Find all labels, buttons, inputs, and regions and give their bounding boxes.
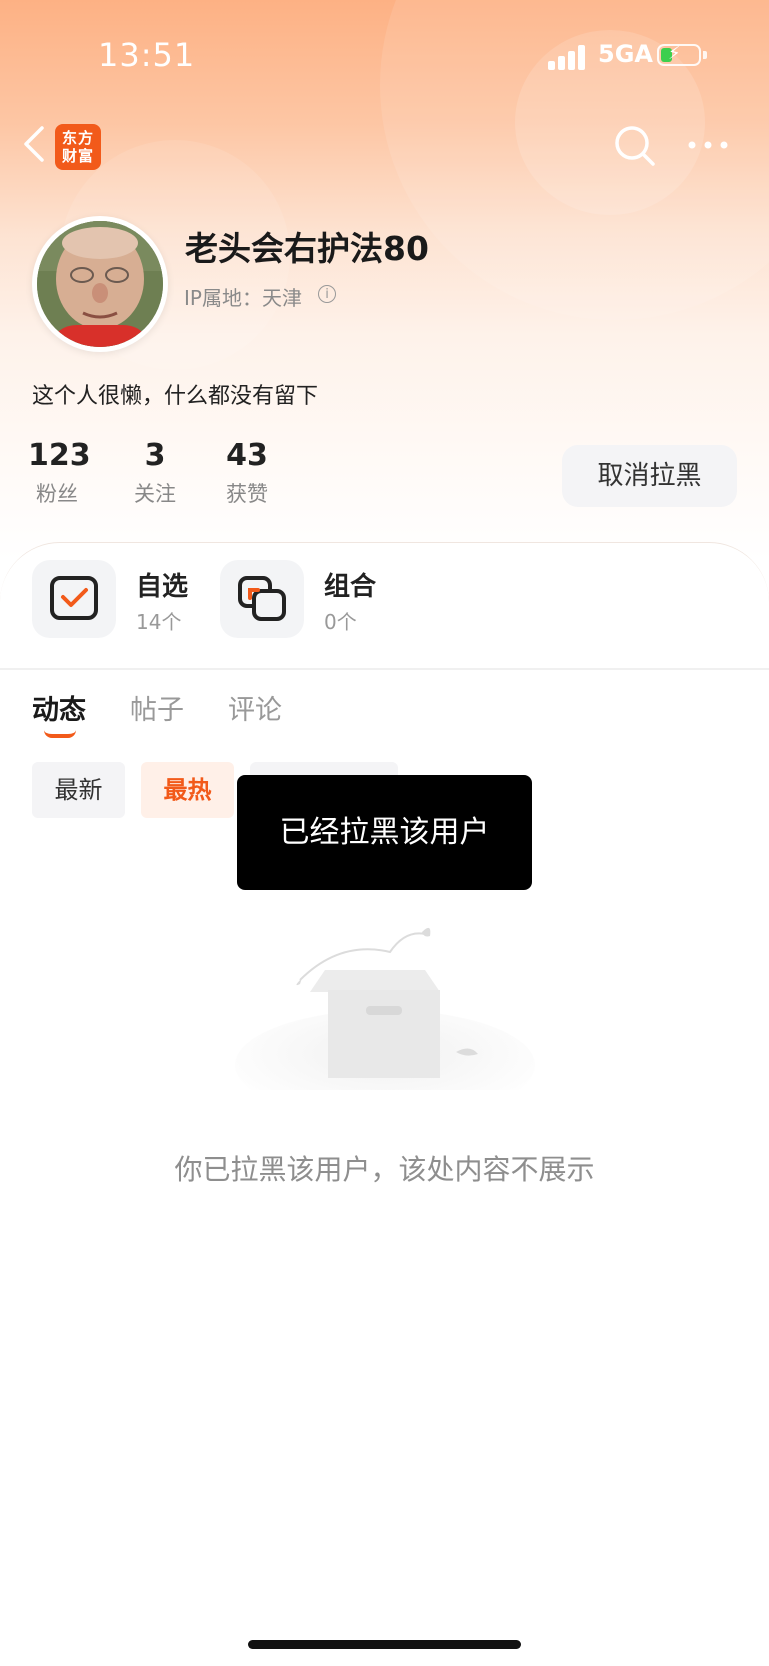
unblock-button[interactable]: 取消拉黑 xyxy=(562,445,737,507)
avatar-photo xyxy=(37,221,163,347)
status-bar: 13:51 5GA ⚡ xyxy=(0,0,769,110)
stat-fans-label: 粉丝 xyxy=(36,482,78,506)
watchlist-entry[interactable]: 自选 14个 xyxy=(32,560,202,642)
watchlist-title: 自选 xyxy=(136,572,189,602)
app-logo-line1: 东方 xyxy=(61,129,94,147)
avatar[interactable] xyxy=(32,216,168,352)
info-icon[interactable]: i xyxy=(318,285,336,303)
app-logo-line2: 财富 xyxy=(61,147,94,165)
stat-fans[interactable]: 123 粉丝 xyxy=(28,438,91,508)
search-button[interactable] xyxy=(613,124,657,168)
stat-following[interactable]: 3 关注 xyxy=(126,438,184,508)
tab-posts[interactable]: 帖子 xyxy=(130,688,184,727)
status-time: 13:51 xyxy=(98,36,196,74)
back-button[interactable] xyxy=(18,124,54,164)
avatar-portrait-image xyxy=(37,221,163,347)
empty-box-icon xyxy=(235,927,535,1120)
signal-icon xyxy=(548,44,588,70)
stat-fans-value: 123 xyxy=(28,438,91,473)
app-logo[interactable]: 东方 财富 xyxy=(55,124,101,170)
stat-following-value: 3 xyxy=(144,438,166,473)
portfolio-count: 0个 xyxy=(324,610,357,634)
battery-cap xyxy=(703,51,707,59)
back-arrow-icon xyxy=(24,126,44,162)
section-divider xyxy=(0,668,769,670)
username: 老头会右护法80 xyxy=(185,229,429,268)
filter-latest[interactable]: 最新 xyxy=(32,762,125,818)
toast-message: 已经拉黑该用户 xyxy=(237,775,532,890)
search-icon xyxy=(615,126,655,166)
ip-location: IP属地：天津 xyxy=(184,286,302,310)
more-button[interactable] xyxy=(686,130,730,160)
network-type: 5GA xyxy=(598,40,653,68)
bio: 这个人很懒，什么都没有留下 xyxy=(32,384,319,409)
empty-box-illustration xyxy=(230,920,540,1120)
empty-state-message: 你已拉黑该用户，该处内容不展示 xyxy=(174,1153,595,1186)
stat-likes[interactable]: 43 获赞 xyxy=(218,438,276,508)
tab-indicator xyxy=(44,730,76,738)
stat-likes-value: 43 xyxy=(226,438,268,473)
tab-comments[interactable]: 评论 xyxy=(228,688,282,727)
stat-following-label: 关注 xyxy=(134,482,176,506)
content-card xyxy=(0,542,769,1666)
filter-hottest[interactable]: 最热 xyxy=(141,762,234,818)
watchlist-icon-box xyxy=(32,560,116,638)
stat-likes-label: 获赞 xyxy=(226,482,268,506)
checkbox-icon xyxy=(50,576,98,620)
portfolio-title: 组合 xyxy=(324,572,377,602)
portfolio-icon-box xyxy=(220,560,304,638)
tab-dynamics[interactable]: 动态 xyxy=(32,688,86,727)
top-navigation: 东方 财富 xyxy=(0,110,769,180)
more-dots-icon xyxy=(688,141,728,149)
watchlist-count: 14个 xyxy=(136,610,182,634)
home-indicator[interactable] xyxy=(248,1640,521,1649)
portfolio-entry[interactable]: 组合 0个 xyxy=(220,560,390,642)
charging-icon: ⚡ xyxy=(668,43,681,64)
portfolio-icon xyxy=(238,576,286,621)
